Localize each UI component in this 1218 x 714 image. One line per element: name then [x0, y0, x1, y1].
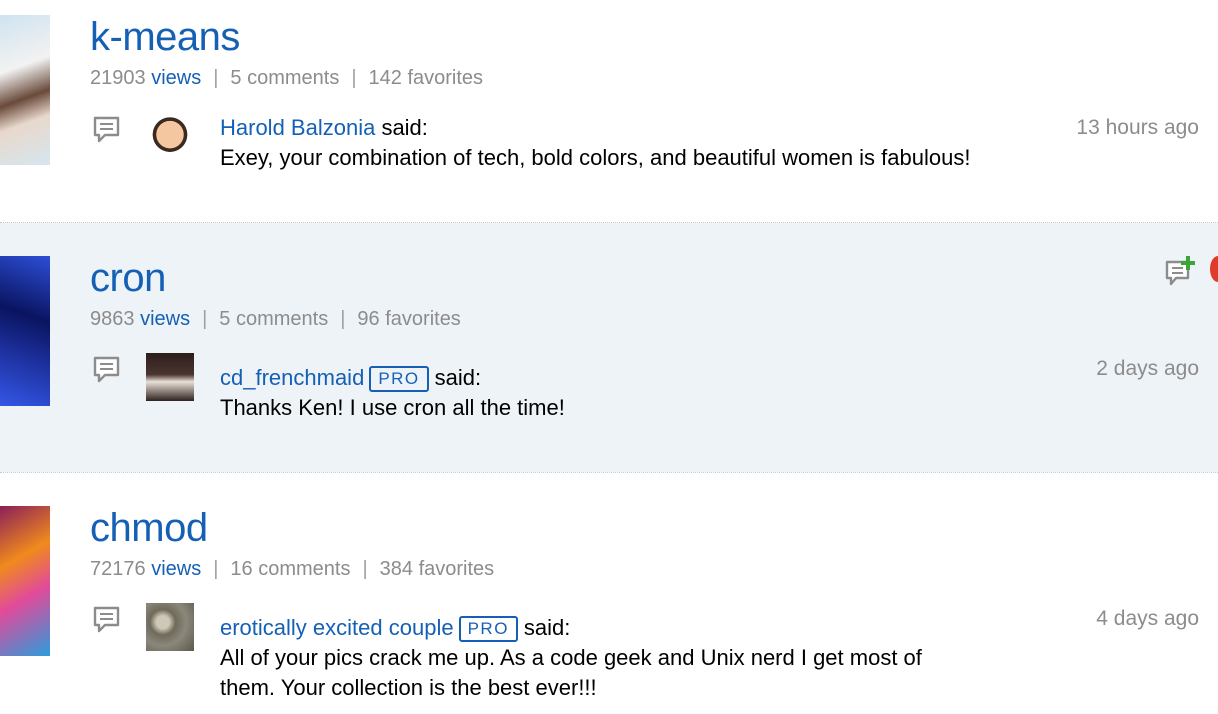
comments-count: 16 comments — [230, 558, 351, 580]
divider: | — [351, 67, 357, 89]
comment-text-line-1: All of your pics crack me up. As a code … — [220, 645, 922, 670]
speech-bubble-icon — [93, 116, 120, 143]
divider: | — [213, 558, 219, 580]
comment-timestamp: 2 days ago — [1096, 357, 1199, 380]
pro-badge: PRO — [458, 616, 518, 643]
photo-thumbnail[interactable] — [0, 506, 50, 656]
comment-header: Harold Balzonia said: — [220, 113, 428, 143]
views-count: 72176 — [90, 558, 146, 580]
speech-bubble-icon — [93, 606, 120, 633]
comment-author-link[interactable]: cd_frenchmaid — [220, 365, 364, 390]
favorites-count: 142 favorites — [368, 67, 484, 89]
comment-text: Exey, your combination of tech, bold col… — [220, 145, 971, 170]
divider: | — [213, 67, 219, 89]
speech-bubble-icon — [93, 356, 120, 383]
comment-text-line-2: them. Your collection is the best ever!!… — [220, 675, 597, 700]
photo-stats: 9863 views | 5 comments | 96 favorites — [90, 307, 461, 331]
views-link[interactable]: views — [140, 308, 190, 330]
avatar[interactable] — [146, 353, 194, 401]
comment-timestamp: 13 hours ago — [1076, 116, 1199, 139]
said-label: said: — [381, 115, 428, 140]
divider: | — [202, 308, 208, 330]
photo-thumbnail[interactable] — [0, 256, 50, 406]
photo-item-chmod: chmod 72176 views | 16 comments | 384 favori… — [0, 473, 1218, 714]
views-count: 21903 — [90, 67, 146, 89]
divider: | — [362, 558, 368, 580]
views-link[interactable]: views — [151, 558, 201, 580]
photo-title-link[interactable]: k-means — [90, 13, 240, 61]
photo-thumbnail[interactable] — [0, 15, 50, 165]
comment-timestamp: 4 days ago — [1096, 607, 1199, 630]
photo-item-kmeans: k-means 21903 views | 5 comments | 142 favor… — [0, 0, 1218, 222]
comment-author-link[interactable]: Harold Balzonia — [220, 115, 375, 140]
views-count: 9863 — [90, 308, 135, 330]
comments-count: 5 comments — [230, 67, 340, 89]
favorites-count: 384 favorites — [379, 558, 495, 580]
favorites-count: 96 favorites — [357, 308, 461, 330]
views-link[interactable]: views — [151, 67, 201, 89]
avatar[interactable] — [146, 113, 194, 161]
comment-author-link[interactable]: erotically excited couple — [220, 615, 454, 640]
said-label: said: — [434, 365, 482, 390]
comment-text: Thanks Ken! I use cron all the time! — [220, 395, 565, 420]
photo-title-link[interactable]: chmod — [90, 504, 208, 552]
comment-header: cd_frenchmaid PRO said: — [220, 363, 481, 393]
photo-stats: 21903 views | 5 comments | 142 favorites — [90, 66, 483, 90]
photo-title-link[interactable]: cron — [90, 254, 166, 302]
avatar[interactable] — [146, 603, 194, 651]
comment-header: erotically excited couple PRO said: — [220, 613, 570, 643]
comments-count: 5 comments — [219, 308, 329, 330]
divider: | — [340, 308, 346, 330]
red-dot-icon[interactable] — [1210, 256, 1218, 282]
said-label: said: — [523, 615, 571, 640]
pro-badge: PRO — [369, 366, 429, 393]
photo-item-cron: cron 9863 views | 5 comments | 96 favorites … — [0, 223, 1218, 472]
add-comment-icon[interactable] — [1164, 254, 1198, 288]
photo-stats: 72176 views | 16 comments | 384 favorites — [90, 557, 494, 581]
